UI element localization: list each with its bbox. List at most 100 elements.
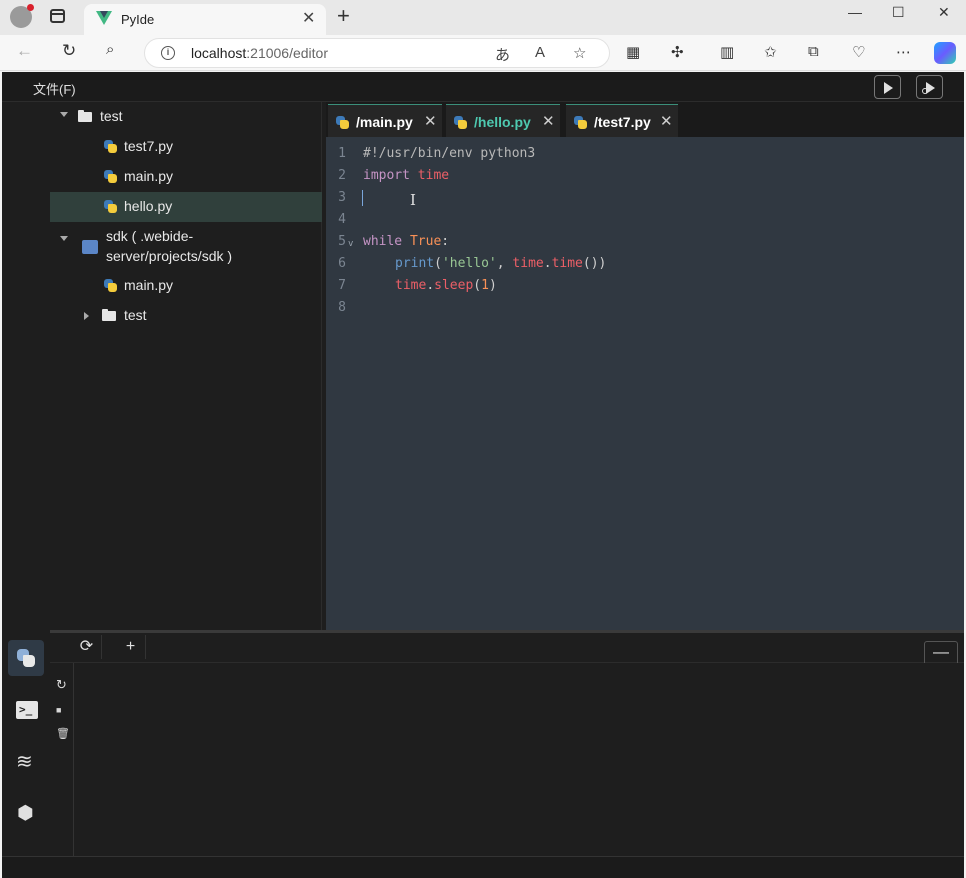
tree-label: test xyxy=(124,307,147,323)
panel-toolbar: ⟳ + — xyxy=(50,633,964,667)
editor-tab-hello[interactable]: /hello.py ✕ xyxy=(446,104,560,137)
token-string: 'hello' xyxy=(441,256,497,271)
fold-chevron-icon[interactable]: v xyxy=(348,233,353,255)
menu-file[interactable]: 文件(F) xyxy=(33,79,76,98)
window-maximize-button[interactable]: ☐ xyxy=(892,4,905,21)
token-punct: . xyxy=(543,256,552,271)
favorite-star-icon[interactable]: ☆ xyxy=(573,44,586,62)
editor-tab-close-button[interactable]: ✕ xyxy=(542,112,555,130)
line-number: 8 xyxy=(338,300,346,315)
editor-tab-label: /main.py xyxy=(356,114,413,130)
line-number: 1 xyxy=(338,146,346,161)
read-aloud-icon[interactable]: A xyxy=(535,44,545,61)
token-punct: : xyxy=(441,234,450,249)
tree-file-test7[interactable]: test7.py xyxy=(50,132,322,162)
editor-tab-test7[interactable]: /test7.py ✕ xyxy=(566,104,678,137)
code-text: import time xyxy=(363,165,449,187)
collections-icon[interactable]: ⧉ xyxy=(808,43,819,60)
line-number: 6 xyxy=(338,256,346,271)
translate-icon[interactable]: あ xyxy=(495,44,510,65)
url-text[interactable]: localhost:21006/editor xyxy=(191,45,328,61)
browser-tab-pyide[interactable]: PyIde ✕ xyxy=(84,4,326,35)
tree-label: main.py xyxy=(124,168,174,184)
code-text: #!/usr/bin/env python3 xyxy=(363,146,536,161)
url-host: localhost xyxy=(191,45,247,61)
text-caret xyxy=(362,190,363,206)
favorites-icon[interactable]: ✩ xyxy=(764,43,777,61)
panel-refresh-button[interactable]: ⟳ xyxy=(72,635,102,659)
activity-terminal[interactable]: >_ xyxy=(8,692,44,728)
caret-down-icon xyxy=(60,112,68,117)
tree-file-sdk-main[interactable]: main.py xyxy=(50,271,322,301)
new-tab-button[interactable]: + xyxy=(337,4,350,28)
tree-file-main[interactable]: main.py xyxy=(50,162,322,192)
token-method: time xyxy=(551,256,583,271)
performance-icon[interactable]: ♡ xyxy=(852,43,865,61)
run-button[interactable] xyxy=(874,75,901,99)
copilot-icon[interactable] xyxy=(934,42,956,64)
url-path: :21006/editor xyxy=(246,45,328,61)
split-screen-icon[interactable]: ▥ xyxy=(720,43,734,61)
python-file-icon xyxy=(104,170,117,183)
stop-icon[interactable]: ■ xyxy=(56,705,61,715)
browser-toolbar: ← ↻ ⌕ i localhost:21006/editor あ A ☆ ▦ ✣… xyxy=(0,35,966,71)
reload-icon[interactable]: ↻ xyxy=(62,41,76,61)
window-minimize-button[interactable]: — xyxy=(848,4,862,20)
code-text: print('hello', time.time()) xyxy=(395,253,606,275)
editor-tab-main[interactable]: /main.py ✕ xyxy=(328,104,442,137)
tree-folder-sdk-test[interactable]: test xyxy=(50,301,322,331)
apps-icon[interactable]: ▦ xyxy=(626,43,640,61)
token-module: time xyxy=(512,256,544,271)
terminal-output[interactable] xyxy=(74,663,964,856)
editor-tab-close-button[interactable]: ✕ xyxy=(424,112,437,130)
tree-label: test7.py xyxy=(124,138,174,154)
tree-label-line1: sdk ( .webide- xyxy=(106,228,194,244)
folder-icon xyxy=(102,309,116,321)
tree-folder-test[interactable]: test xyxy=(50,102,322,132)
line-number: 4 xyxy=(338,212,346,227)
code-line: 1 #!/usr/bin/env python3 xyxy=(326,143,964,165)
tree-project-sdk[interactable]: sdk ( .webide- server/projects/sdk ) xyxy=(50,222,322,270)
python-file-icon xyxy=(104,200,117,213)
trash-icon[interactable]: 🗑 xyxy=(56,727,70,740)
code-editor[interactable]: 1 #!/usr/bin/env python3 2 import time 3… xyxy=(326,137,964,630)
token-constant: True xyxy=(409,234,442,249)
activity-packages[interactable]: ⬢ xyxy=(8,796,44,832)
restart-icon[interactable]: ↻ xyxy=(56,677,67,693)
site-info-icon[interactable]: i xyxy=(161,46,175,60)
line-number: 5 xyxy=(338,234,346,249)
extensions-icon[interactable]: ✣ xyxy=(671,43,684,61)
back-arrow-icon[interactable]: ← xyxy=(16,41,33,61)
vue-favicon-icon xyxy=(96,11,112,25)
caret-right-icon xyxy=(84,312,89,320)
token-keyword: while xyxy=(363,234,403,249)
more-menu-icon[interactable]: ⋯ xyxy=(896,43,911,61)
address-bar[interactable]: i localhost:21006/editor あ A ☆ xyxy=(144,38,610,68)
tree-label-line2: server/projects/sdk ) xyxy=(106,248,233,264)
search-icon[interactable]: ⌕ xyxy=(106,41,114,58)
caret-down-icon xyxy=(60,236,68,241)
editor-tab-label: /hello.py xyxy=(474,114,531,130)
profile-avatar[interactable] xyxy=(10,4,34,28)
window-close-button[interactable]: ✕ xyxy=(938,4,950,21)
tab-actions-icon[interactable] xyxy=(50,9,65,23)
line-number: 2 xyxy=(338,168,346,183)
activity-python[interactable] xyxy=(8,640,44,676)
browser-tabbar: PyIde ✕ + — ☐ ✕ xyxy=(0,0,966,35)
activity-layers[interactable]: ≋ xyxy=(8,744,44,780)
line-number: 7 xyxy=(338,278,346,293)
panel-add-button[interactable]: + xyxy=(116,635,146,659)
python-file-icon xyxy=(104,140,117,153)
file-explorer: test test7.py main.py hello.py sdk ( .we… xyxy=(50,102,322,630)
editor-tab-label: /test7.py xyxy=(594,114,651,130)
token-module: time xyxy=(417,168,450,183)
token-number: 1 xyxy=(481,278,489,293)
browser-tab-close-button[interactable]: ✕ xyxy=(302,8,315,28)
debug-run-button[interactable] xyxy=(916,75,943,99)
code-line: 8 xyxy=(326,297,964,319)
tree-file-hello[interactable]: hello.py xyxy=(50,192,322,222)
project-icon xyxy=(82,240,98,254)
python-file-icon xyxy=(104,279,117,292)
editor-tab-close-button[interactable]: ✕ xyxy=(660,112,673,130)
code-line: 2 import time xyxy=(326,165,964,187)
